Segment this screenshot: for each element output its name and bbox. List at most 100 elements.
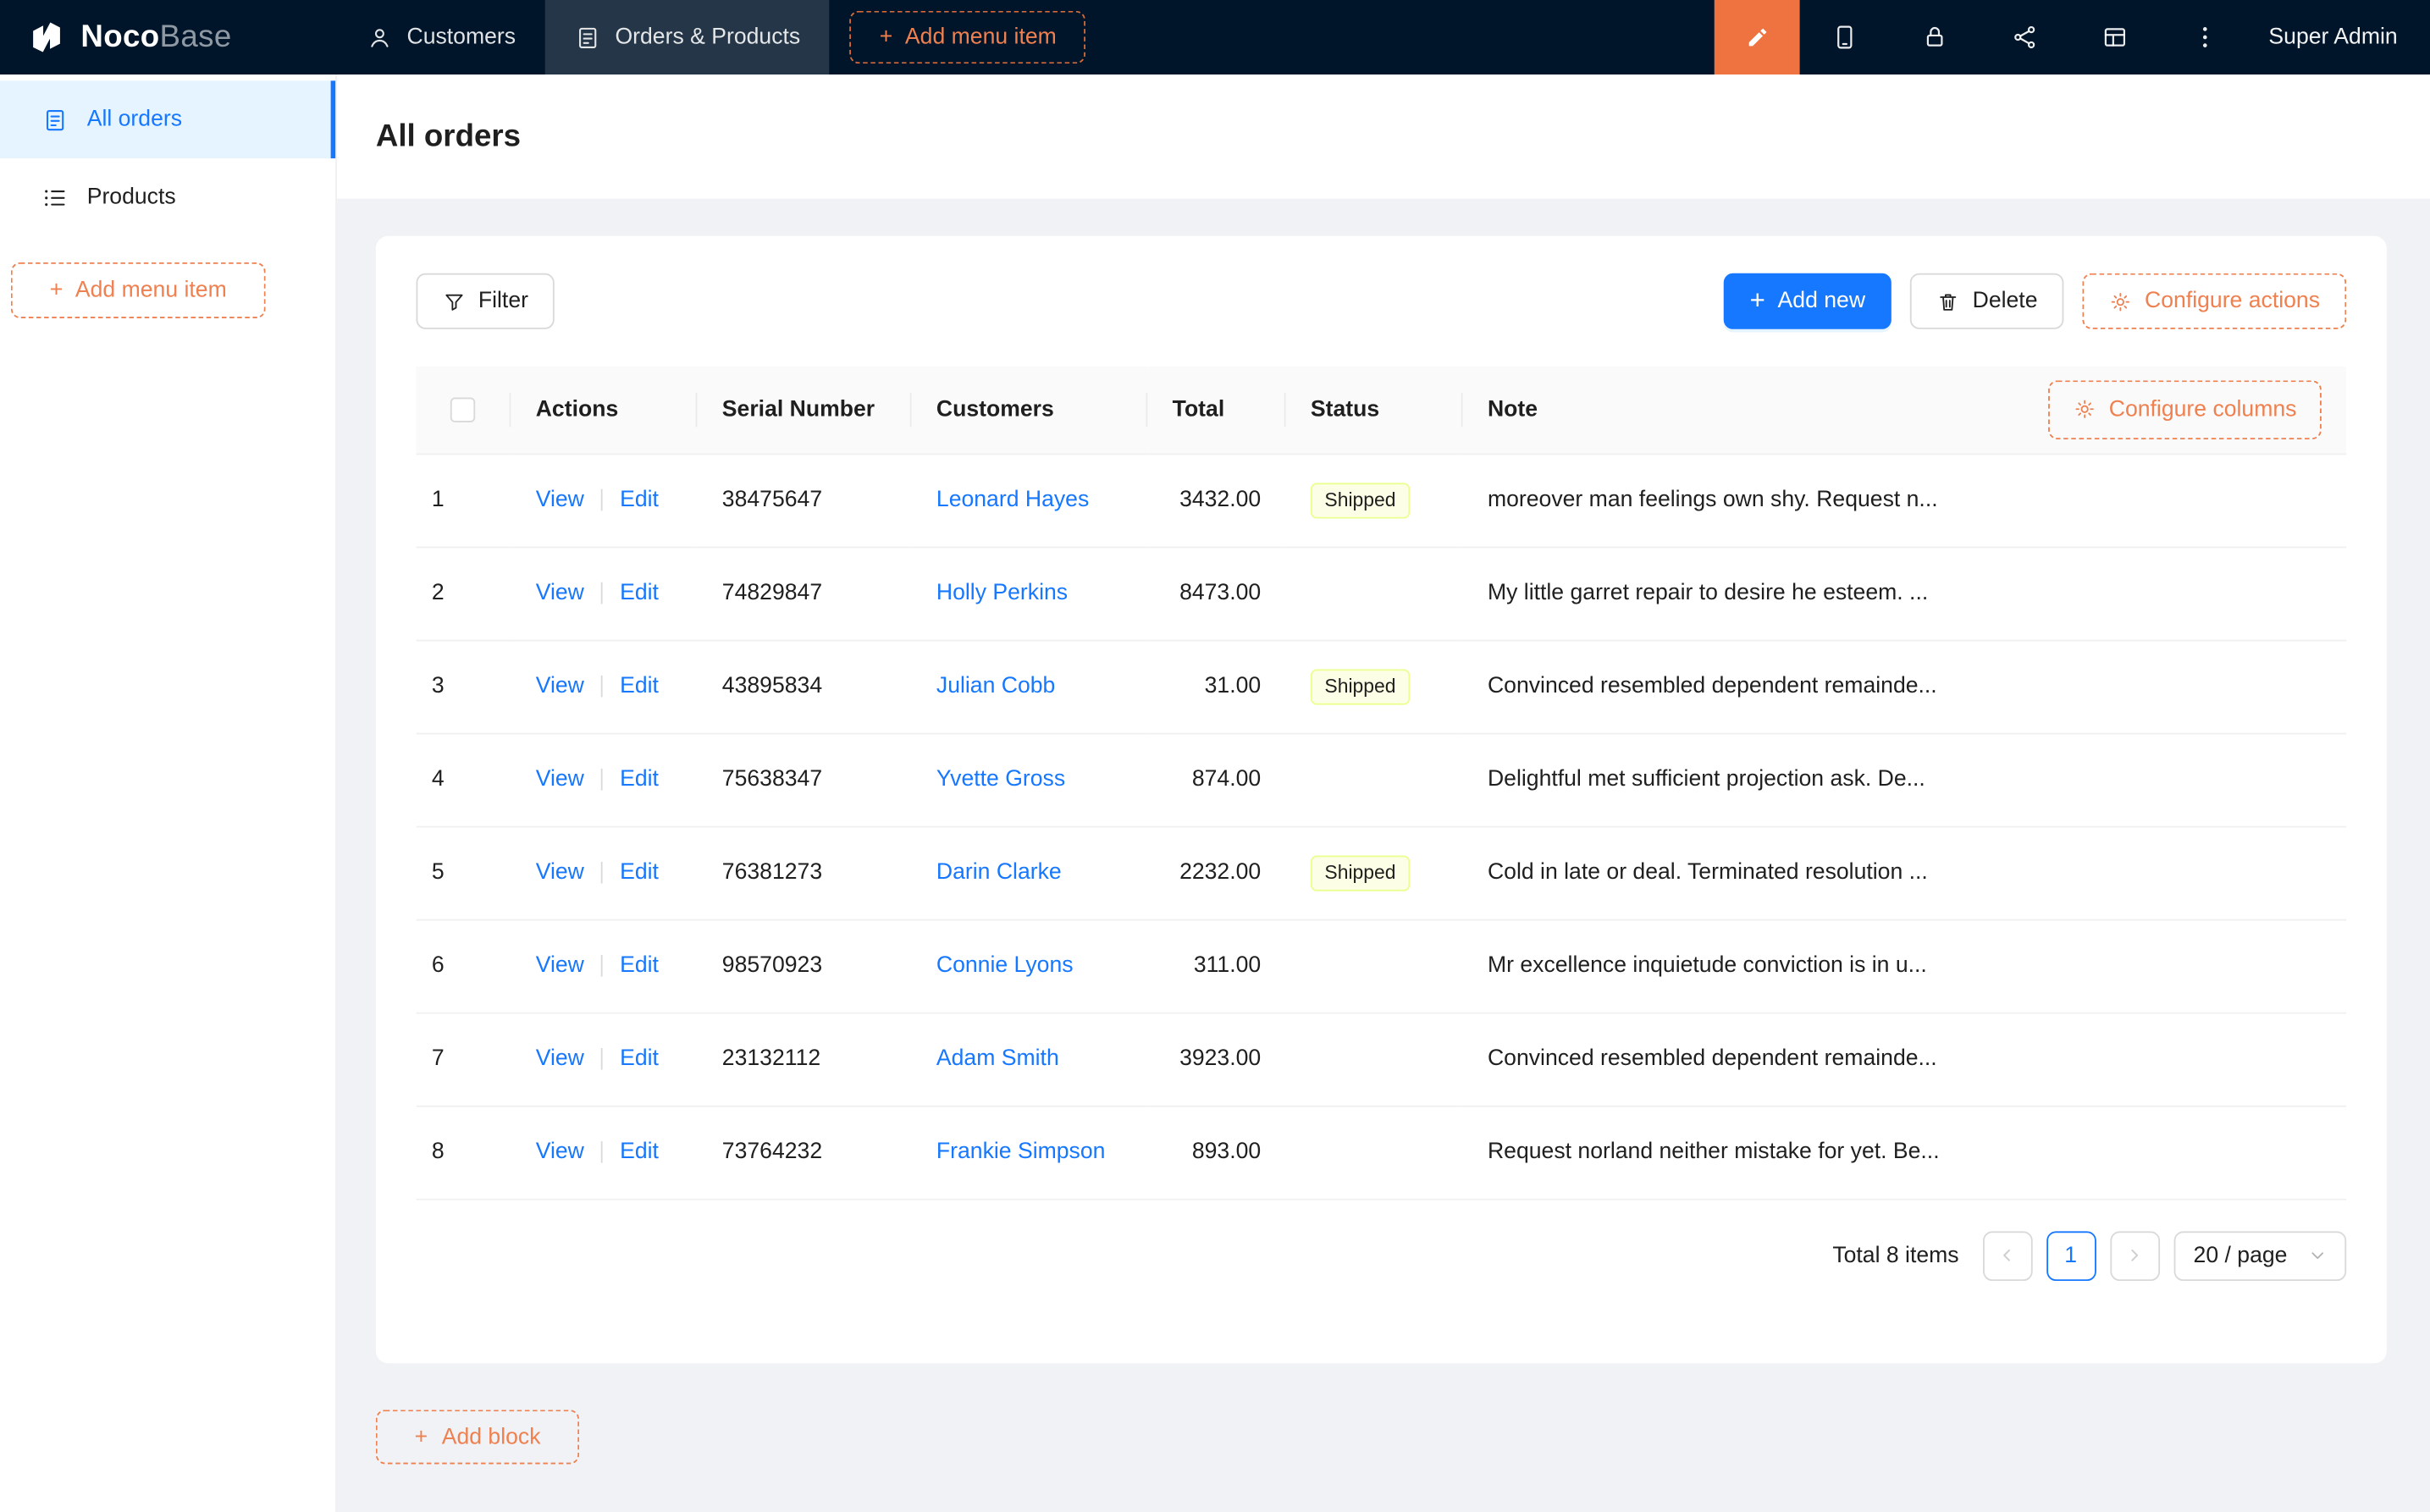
view-link[interactable]: View <box>536 581 584 605</box>
configure-actions-button[interactable]: Configure actions <box>2083 273 2346 329</box>
chevron-right-icon <box>2126 1247 2143 1264</box>
row-index: 6 <box>432 953 445 978</box>
main-menu: Customers Orders & Products <box>337 0 830 74</box>
action-divider <box>601 862 603 884</box>
navbar-right: Super Admin <box>1715 0 2430 74</box>
edit-link[interactable]: Edit <box>620 953 659 978</box>
page-title: All orders <box>376 119 521 154</box>
logo-icon <box>26 17 67 58</box>
view-link[interactable]: View <box>536 488 584 512</box>
menu-item-customers[interactable]: Customers <box>337 0 545 74</box>
customer-link[interactable]: Adam Smith <box>936 1046 1059 1071</box>
edit-link[interactable]: Edit <box>620 1140 659 1164</box>
row-index: 5 <box>432 860 445 885</box>
row-index: 1 <box>432 488 445 512</box>
customer-link[interactable]: Holly Perkins <box>936 581 1068 605</box>
page-size-select[interactable]: 20 / page <box>2173 1230 2346 1280</box>
navbar-add-menu-item-button[interactable]: + Add menu item <box>850 11 1086 63</box>
actions-column-header: Actions <box>511 367 697 454</box>
table-row: 4 ViewEdit 75638347 Yvette Gross 874.00 … <box>417 733 2347 826</box>
view-link[interactable]: View <box>536 953 584 978</box>
edit-link[interactable]: Edit <box>620 860 659 885</box>
add-new-button[interactable]: + Add new <box>1723 273 1892 329</box>
edit-link[interactable]: Edit <box>620 581 659 605</box>
page-header: All orders <box>337 74 2430 199</box>
menu-item-orders-products[interactable]: Orders & Products <box>545 0 830 74</box>
customer-link[interactable]: Leonard Hayes <box>936 488 1089 512</box>
edit-link[interactable]: Edit <box>620 767 659 792</box>
orders-table: Actions Serial Number Customers Total St… <box>417 367 2347 1200</box>
sidebar: All orders Products + Add menu item <box>0 74 337 1512</box>
customer-link[interactable]: Frankie Simpson <box>936 1140 1106 1164</box>
configure-columns-label: Configure columns <box>2109 397 2297 422</box>
note-cell: Convinced resembled dependent remainde..… <box>1488 1046 1937 1071</box>
list-icon <box>42 184 69 210</box>
pagination-prev-button[interactable] <box>1982 1230 2032 1280</box>
sidebar-item-label: Products <box>87 185 176 209</box>
row-index: 2 <box>432 581 445 605</box>
select-all-checkbox[interactable] <box>450 397 475 422</box>
note-cell: Cold in late or deal. Terminated resolut… <box>1488 860 1928 885</box>
top-navbar: NocoBase Customers Orders & Products + A… <box>0 0 2430 74</box>
customer-link[interactable]: Darin Clarke <box>936 860 1062 885</box>
view-link[interactable]: View <box>536 1046 584 1071</box>
gear-icon <box>2109 290 2133 313</box>
plus-icon: + <box>415 1425 428 1449</box>
configure-actions-label: Configure actions <box>2145 289 2320 313</box>
nocobase-logo[interactable]: NocoBase <box>0 0 337 74</box>
page-number: 1 <box>2064 1243 2077 1267</box>
plus-icon: + <box>50 278 64 302</box>
app: NocoBase Customers Orders & Products + A… <box>0 0 2430 1512</box>
status-badge: Shipped <box>1311 482 1410 517</box>
layout-button[interactable] <box>2070 0 2160 74</box>
table-row: 1 ViewEdit 38475647 Leonard Hayes 3432.0… <box>417 454 2347 547</box>
total-cell: 311.00 <box>1194 953 1261 978</box>
view-link[interactable]: View <box>536 860 584 885</box>
table-toolbar: Filter + Add new Delete Configure action… <box>417 273 2347 329</box>
menu-item-label: Customers <box>407 25 516 49</box>
view-link[interactable]: View <box>536 1140 584 1164</box>
view-link[interactable]: View <box>536 674 584 698</box>
table-header-row: Actions Serial Number Customers Total St… <box>417 367 2347 454</box>
sidebar-item-products[interactable]: Products <box>0 158 335 236</box>
customer-link[interactable]: Yvette Gross <box>936 767 1065 792</box>
note-cell: moreover man feelings own shy. Request n… <box>1488 488 1938 512</box>
row-index: 3 <box>432 674 445 698</box>
layout-icon <box>2101 24 2129 52</box>
serial-number-cell: 73764232 <box>722 1140 822 1164</box>
sidebar-add-menu-item-button[interactable]: + Add menu item <box>11 262 266 318</box>
note-column-header: Note Configure columns <box>1463 367 2347 454</box>
configure-columns-button[interactable]: Configure columns <box>2048 380 2322 439</box>
note-cell: Mr excellence inquietude conviction is i… <box>1488 953 1927 978</box>
action-divider <box>601 489 603 511</box>
edit-link[interactable]: Edit <box>620 488 659 512</box>
edit-link[interactable]: Edit <box>620 1046 659 1071</box>
status-column-header: Status <box>1286 367 1463 454</box>
mobile-preview-button[interactable] <box>1800 0 1890 74</box>
customer-link[interactable]: Julian Cobb <box>936 674 1055 698</box>
action-divider <box>601 1141 603 1163</box>
serial-number-cell: 98570923 <box>722 953 822 978</box>
serial-number-cell: 74829847 <box>722 581 822 605</box>
view-link[interactable]: View <box>536 767 584 792</box>
ui-editor-button[interactable] <box>1715 0 1800 74</box>
customer-link[interactable]: Connie Lyons <box>936 953 1074 978</box>
pagination-next-button[interactable] <box>2110 1230 2160 1280</box>
pagination-page-1[interactable]: 1 <box>2046 1230 2096 1280</box>
filter-button[interactable]: Filter <box>417 273 555 329</box>
serial-column-header: Serial Number <box>697 367 911 454</box>
status-badge: Shipped <box>1311 669 1410 704</box>
more-button[interactable] <box>2160 0 2250 74</box>
add-block-button[interactable]: + Add block <box>376 1410 580 1464</box>
share-network-icon <box>2011 24 2039 52</box>
sidebar-item-all-orders[interactable]: All orders <box>0 80 335 158</box>
pagination: Total 8 items 1 20 / page <box>417 1230 2347 1280</box>
user-menu[interactable]: Super Admin <box>2250 0 2430 74</box>
row-index: 8 <box>432 1140 445 1164</box>
sidebar-item-label: All orders <box>87 108 182 132</box>
plugins-button[interactable] <box>1980 0 2069 74</box>
select-all-header <box>417 367 511 454</box>
edit-link[interactable]: Edit <box>620 674 659 698</box>
delete-button[interactable]: Delete <box>1910 273 2063 329</box>
lock-button[interactable] <box>1890 0 1980 74</box>
